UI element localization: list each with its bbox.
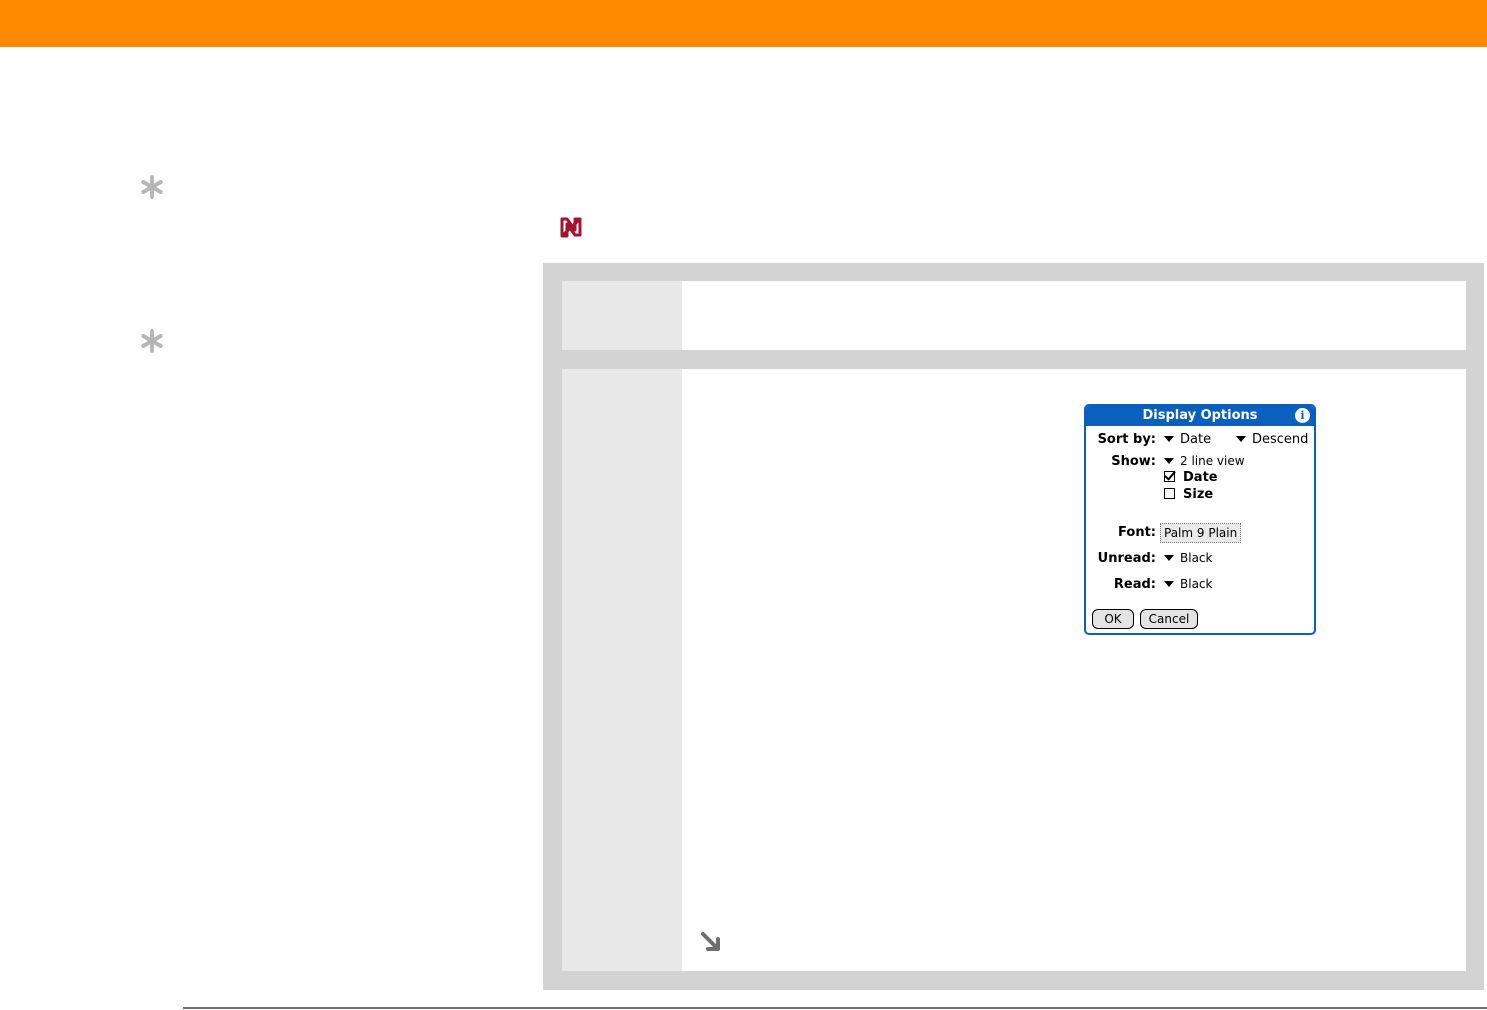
unread-color-dropdown[interactable]: Black (1164, 551, 1212, 565)
sort-field-value: Date (1180, 432, 1212, 447)
unread-color-value: Black (1180, 551, 1213, 565)
dropdown-arrow-icon (1164, 580, 1174, 587)
checkbox-unchecked-icon (1164, 488, 1175, 499)
step-2-number-cell (562, 369, 682, 971)
read-color-dropdown[interactable]: Black (1164, 577, 1212, 591)
dropdown-arrow-icon (1164, 435, 1174, 442)
tip-asterisk-icon (139, 174, 165, 200)
continue-arrow-icon (700, 931, 722, 953)
sort-order-dropdown[interactable]: Descend (1236, 432, 1308, 447)
show-size-label: Size (1183, 487, 1214, 502)
header-accent-bar (0, 0, 1487, 47)
step-2-content-cell (682, 369, 1466, 971)
show-view-dropdown[interactable]: 2 line view (1164, 454, 1245, 468)
read-color-value: Black (1180, 577, 1213, 591)
show-label: Show: (1111, 454, 1156, 469)
show-date-label: Date (1183, 470, 1218, 485)
dropdown-arrow-icon (1164, 457, 1174, 464)
tip-asterisk-icon (139, 328, 165, 354)
sort-by-label: Sort by: (1097, 432, 1156, 447)
sort-field-dropdown[interactable]: Date (1164, 432, 1211, 447)
checkbox-checked-icon (1164, 471, 1175, 482)
dropdown-arrow-icon (1164, 554, 1174, 561)
font-label: Font: (1118, 525, 1156, 540)
read-label: Read: (1113, 577, 1156, 592)
step-1-number-cell (562, 281, 682, 350)
show-view-value: 2 line view (1180, 454, 1245, 468)
display-options-dialog: Display Options i Sort by: Date Descend … (1084, 404, 1316, 635)
note-icon (559, 216, 583, 238)
sort-order-value: Descend (1252, 432, 1309, 447)
cancel-button[interactable]: Cancel (1140, 609, 1198, 629)
show-size-checkbox[interactable]: Size (1164, 487, 1213, 502)
ok-button[interactable]: OK (1092, 609, 1134, 629)
step-1-content-cell (682, 281, 1466, 350)
dropdown-arrow-icon (1236, 435, 1246, 442)
show-date-checkbox[interactable]: Date (1164, 470, 1218, 485)
info-icon[interactable]: i (1295, 408, 1310, 423)
unread-label: Unread: (1097, 551, 1156, 566)
footer-divider (183, 1007, 1487, 1009)
dialog-title: Display Options (1086, 406, 1314, 426)
font-selector-button[interactable]: Palm 9 Plain (1160, 523, 1242, 543)
